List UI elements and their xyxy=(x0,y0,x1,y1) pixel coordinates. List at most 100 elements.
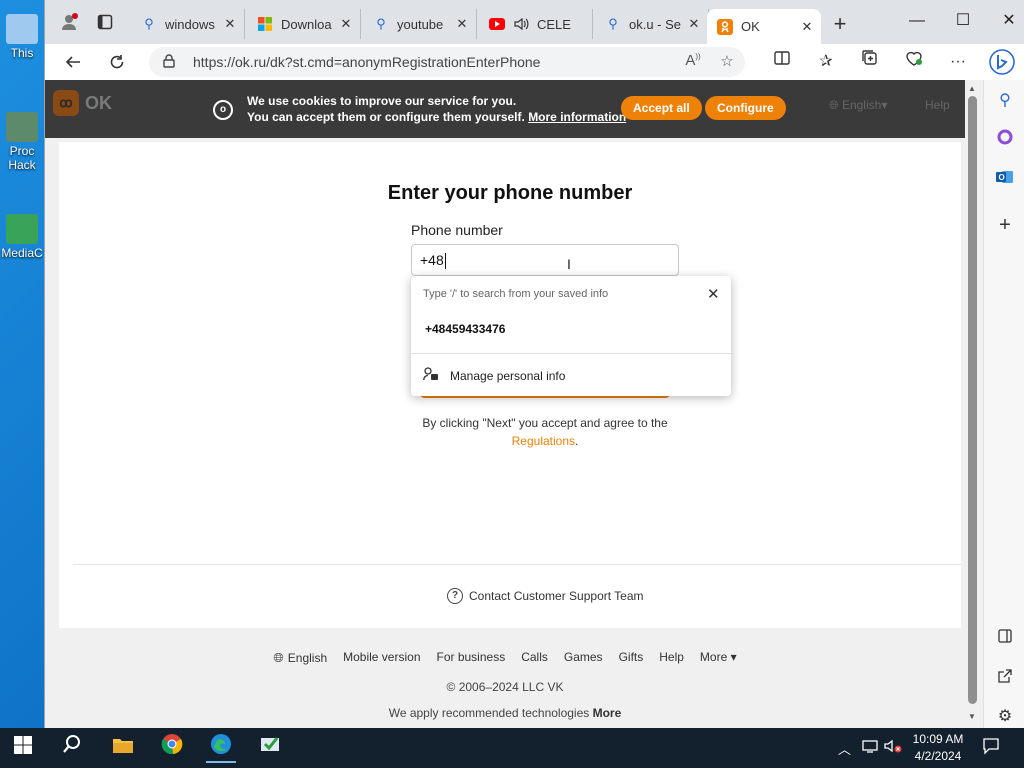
split-screen-icon[interactable] xyxy=(769,49,795,75)
tab-ok[interactable]: OK ✕ xyxy=(707,9,821,44)
more-information-link[interactable]: More information xyxy=(528,110,626,124)
terms-text: By clicking "Next" you accept and agree … xyxy=(59,414,965,450)
this-pc-icon xyxy=(6,14,38,44)
maximize-button[interactable]: ☐ xyxy=(943,8,983,34)
file-explorer-icon[interactable] xyxy=(108,733,138,763)
copilot-icon[interactable] xyxy=(989,49,1015,75)
sidebar-panel-icon[interactable] xyxy=(992,626,1018,652)
notifications-icon[interactable] xyxy=(982,737,1000,758)
back-button[interactable] xyxy=(59,48,87,76)
collections-icon[interactable] xyxy=(857,49,883,75)
footer-link-mobile[interactable]: Mobile version xyxy=(343,650,420,666)
manage-personal-info-button[interactable]: Manage personal info xyxy=(423,367,565,384)
phone-input-value: +48 xyxy=(420,252,444,268)
close-icon[interactable]: ✕ xyxy=(222,16,238,32)
windows-start-icon[interactable] xyxy=(8,733,38,763)
tab-youtube-search[interactable]: ⚲ youtube ✕ xyxy=(363,9,477,39)
clock-date: 4/2/2024 xyxy=(914,749,962,763)
technologies-notice: We apply recommended technologies More xyxy=(45,706,965,720)
close-icon[interactable]: ✕ xyxy=(686,16,702,32)
page-scrollbar[interactable]: ▲ ▼ xyxy=(965,80,983,728)
footer-link-games[interactable]: Games xyxy=(564,650,603,666)
desktop-icon-process-hacker[interactable]: Proc Hack xyxy=(0,112,44,172)
accept-all-button[interactable]: Accept all xyxy=(621,96,702,120)
microsoft-icon xyxy=(257,16,273,32)
browser-essentials-icon[interactable] xyxy=(901,49,927,75)
cookie-icon: o xyxy=(213,100,233,120)
footer-link-help[interactable]: Help xyxy=(659,650,684,666)
footer-link-business[interactable]: For business xyxy=(437,650,506,666)
divider xyxy=(73,564,961,565)
profile-icon[interactable] xyxy=(55,8,83,36)
configure-button[interactable]: Configure xyxy=(705,96,786,120)
footer-link-gifts[interactable]: Gifts xyxy=(619,650,644,666)
close-icon[interactable]: ✕ xyxy=(454,16,470,32)
refresh-button[interactable] xyxy=(103,48,131,76)
close-icon[interactable]: ✕ xyxy=(707,285,720,303)
phone-number-input[interactable]: +48 xyxy=(411,244,679,276)
terms-line: By clicking "Next" you accept and agree … xyxy=(422,416,668,430)
tab-label: youtube xyxy=(397,16,444,32)
speaker-icon[interactable] xyxy=(513,16,529,32)
text-caret xyxy=(444,253,446,270)
settings-gear-icon[interactable]: ⚙ xyxy=(992,704,1018,730)
footer-link-label: English xyxy=(287,651,328,665)
tab-ok-search[interactable]: ⚲ ok.u - Se ✕ xyxy=(595,9,709,39)
outlook-icon[interactable]: O xyxy=(992,168,1018,194)
contact-support-link[interactable]: ? Contact Customer Support Team xyxy=(447,588,644,604)
clock-time: 10:09 AM xyxy=(912,732,964,746)
show-hidden-icons-chevron[interactable]: ︿ xyxy=(838,739,851,758)
ok-icon xyxy=(717,18,733,35)
volume-muted-icon[interactable] xyxy=(884,739,902,756)
close-window-button[interactable]: ✕ xyxy=(989,8,1024,34)
external-link-icon[interactable] xyxy=(992,666,1018,692)
address-bar[interactable]: https://ok.ru/dk?st.cmd=anonymRegistrati… xyxy=(149,47,745,77)
footer-links: 🌐︎ English Mobile version For business Ca… xyxy=(45,650,965,666)
minimize-button[interactable]: — xyxy=(897,8,937,34)
footer-link-english[interactable]: 🌐︎ English xyxy=(273,650,327,666)
page-title: Enter your phone number xyxy=(387,182,633,204)
favorite-star-icon[interactable]: ☆ xyxy=(717,52,737,72)
ok-header: ꝏ OK o We use cookies to improve our ser… xyxy=(45,80,965,138)
read-aloud-icon[interactable]: A)) xyxy=(683,52,703,72)
autofill-suggestion[interactable]: +48459433476 xyxy=(425,322,505,336)
lock-icon[interactable] xyxy=(163,54,179,70)
more-menu-icon[interactable]: ··· xyxy=(945,49,971,75)
tab-label: windows xyxy=(165,16,215,32)
close-icon[interactable]: ✕ xyxy=(338,16,354,32)
ok-logo[interactable]: ꝏ OK xyxy=(53,90,112,116)
add-icon[interactable]: + xyxy=(992,212,1018,238)
url-text: https://ok.ru/dk?st.cmd=anonymRegistrati… xyxy=(193,54,541,70)
media-creation-taskbar-icon[interactable] xyxy=(255,733,285,763)
workspaces-icon[interactable] xyxy=(91,8,119,36)
tech-more-link[interactable]: More xyxy=(593,706,622,720)
close-icon[interactable]: ✕ xyxy=(799,19,815,35)
scrollbar-thumb[interactable] xyxy=(968,96,977,704)
regulations-link[interactable]: Regulations xyxy=(512,434,575,448)
copilot-app-icon[interactable] xyxy=(992,128,1018,154)
header-help-link[interactable]: Help xyxy=(925,98,950,112)
new-tab-button[interactable]: + xyxy=(827,11,853,37)
search-icon: ⚲ xyxy=(376,16,386,31)
system-clock[interactable]: 10:09 AM 4/2/2024 xyxy=(906,731,970,765)
footer-link-calls[interactable]: Calls xyxy=(521,650,548,666)
process-hacker-icon xyxy=(6,112,38,142)
tab-download[interactable]: Downloa ✕ xyxy=(247,9,361,39)
tab-label: CELE xyxy=(537,16,571,32)
network-icon[interactable] xyxy=(862,739,878,756)
chrome-icon[interactable] xyxy=(157,733,187,763)
autofill-separator xyxy=(411,353,731,354)
desktop-icon-this-pc[interactable]: This xyxy=(0,14,44,60)
search-icon[interactable]: ⚲ xyxy=(992,88,1018,114)
footer-link-more[interactable]: More ▾ xyxy=(700,650,737,666)
tab-windows[interactable]: ⚲ windows ✕ xyxy=(131,9,245,39)
desktop-icon-media-creation[interactable]: MediaC xyxy=(0,214,44,260)
scroll-up-arrow[interactable]: ▲ xyxy=(968,84,976,93)
language-selector[interactable]: 🌐︎ English▾ xyxy=(829,98,887,113)
taskbar-search-icon[interactable] xyxy=(57,733,87,763)
scroll-down-arrow[interactable]: ▼ xyxy=(968,712,976,721)
favorites-icon[interactable]: ✰ xyxy=(813,49,839,75)
tab-cele[interactable]: CELE xyxy=(479,9,593,39)
desktop-icon-label: Proc Hack xyxy=(8,144,36,172)
edge-icon[interactable] xyxy=(206,733,236,763)
